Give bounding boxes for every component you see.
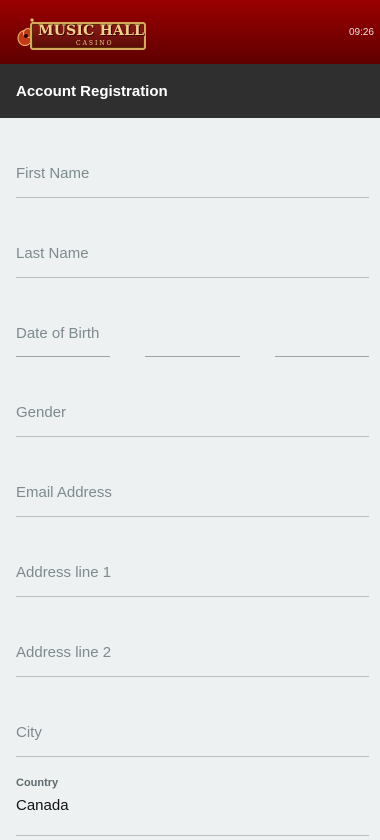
last-name-field[interactable]: Last Name: [16, 198, 369, 278]
music-hall-casino-logo[interactable]: MUSIC HALL CASINO: [16, 14, 146, 50]
address-line-1-field[interactable]: Address line 1: [16, 517, 369, 597]
gender-field[interactable]: Gender: [16, 357, 369, 437]
page-title-bar: Account Registration: [0, 64, 380, 118]
address-line-1-placeholder: Address line 1: [16, 564, 112, 581]
date-of-birth-placeholder: Date of Birth: [16, 325, 100, 342]
country-label: Country: [16, 777, 59, 789]
date-of-birth-field[interactable]: Date of Birth: [16, 278, 369, 357]
page-title: Account Registration: [16, 82, 168, 100]
logo-title: MUSIC HALL: [38, 23, 145, 39]
email-placeholder: Email Address: [16, 484, 112, 501]
country-field[interactable]: Country Canada: [16, 757, 369, 836]
gender-placeholder: Gender: [16, 404, 67, 421]
app-header: MUSIC HALL CASINO 09:26: [0, 0, 380, 64]
email-field[interactable]: Email Address: [16, 437, 369, 517]
status-time: 09:26: [348, 27, 374, 38]
first-name-field[interactable]: First Name: [16, 118, 369, 198]
first-name-placeholder: First Name: [16, 165, 90, 182]
logo-subtitle: CASINO: [76, 40, 114, 47]
city-placeholder: City: [16, 724, 42, 741]
registration-form: First Name Last Name Date of Birth Gende…: [0, 118, 380, 836]
address-line-2-field[interactable]: Address line 2: [16, 597, 369, 677]
last-name-placeholder: Last Name: [16, 245, 89, 262]
city-field[interactable]: City: [16, 677, 369, 757]
country-value: Canada: [16, 797, 69, 814]
address-line-2-placeholder: Address line 2: [16, 644, 112, 661]
